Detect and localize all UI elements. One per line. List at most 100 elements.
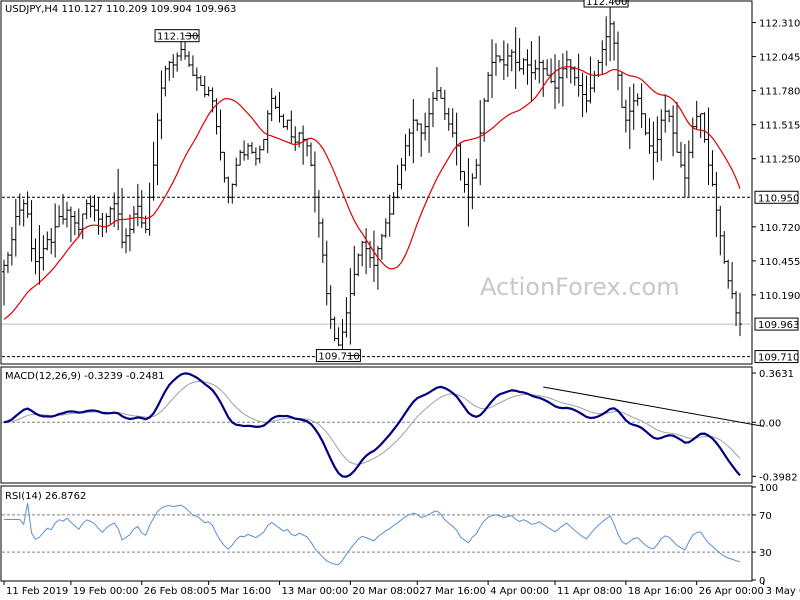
price-tick-label: 111.250 bbox=[759, 155, 800, 166]
level-tag-high: 110.950 bbox=[754, 190, 799, 204]
current-price-tag: 109.963 bbox=[754, 317, 799, 331]
price-bar bbox=[139, 190, 144, 229]
price-bar bbox=[324, 240, 329, 306]
price-bar bbox=[667, 109, 672, 123]
level-tag-low: 109.710 bbox=[754, 350, 799, 364]
price-bar bbox=[163, 65, 168, 97]
x-tick-label: 4 Apr 00:00 bbox=[490, 586, 549, 597]
price-bar bbox=[537, 35, 542, 84]
price-bar bbox=[678, 141, 683, 168]
price-bar bbox=[238, 149, 243, 166]
price-bar bbox=[21, 199, 26, 227]
price-bar bbox=[80, 213, 85, 240]
price-bar bbox=[478, 100, 483, 186]
price-bar bbox=[675, 101, 680, 153]
price-bar bbox=[694, 100, 699, 130]
price-bar bbox=[261, 138, 266, 151]
price-bar bbox=[517, 37, 522, 72]
price-bar bbox=[167, 60, 172, 81]
price-bar bbox=[33, 238, 38, 275]
price-bar bbox=[29, 200, 34, 262]
price-bar bbox=[391, 192, 396, 215]
price-bar bbox=[407, 128, 412, 157]
price-bar bbox=[651, 121, 656, 180]
price-bar bbox=[281, 114, 286, 128]
price-bar bbox=[395, 164, 400, 199]
price-bar bbox=[41, 235, 46, 271]
price-bar bbox=[222, 151, 227, 183]
price-bar bbox=[352, 245, 357, 297]
price-bar bbox=[604, 16, 609, 66]
price-bar bbox=[206, 86, 211, 97]
price-bar bbox=[541, 59, 546, 97]
price-bar bbox=[710, 150, 715, 187]
price-bar bbox=[13, 198, 18, 257]
price-bar bbox=[316, 190, 321, 238]
price-bar bbox=[344, 297, 349, 338]
price-bar bbox=[718, 205, 723, 256]
price-bar bbox=[533, 59, 538, 80]
price-bar bbox=[336, 327, 341, 347]
price-bar bbox=[5, 252, 10, 273]
price-bar bbox=[297, 131, 302, 148]
price-bar bbox=[446, 107, 451, 131]
price-bar bbox=[269, 88, 274, 122]
price-bar bbox=[576, 53, 581, 97]
macd-lines bbox=[2, 372, 764, 478]
price-bar bbox=[584, 75, 589, 113]
price-bar bbox=[37, 225, 42, 285]
price-bar bbox=[202, 76, 207, 98]
price-bar bbox=[53, 203, 58, 258]
price-bar bbox=[509, 49, 514, 72]
price-bars bbox=[2, 5, 742, 354]
price-bar bbox=[332, 316, 337, 342]
price-bar bbox=[328, 285, 333, 329]
price-bar bbox=[493, 43, 498, 76]
price-bar bbox=[442, 89, 447, 121]
x-tick-label: 5 Mar 16:00 bbox=[211, 586, 271, 597]
price-bar bbox=[505, 43, 510, 77]
price-bar bbox=[671, 105, 676, 157]
x-tick-label: 18 Apr 16:00 bbox=[628, 586, 693, 597]
rsi-tick-label: 70 bbox=[759, 511, 772, 522]
price-bar bbox=[643, 113, 648, 136]
price-bar bbox=[348, 268, 353, 345]
price-bar bbox=[663, 94, 668, 133]
price-bar bbox=[525, 49, 530, 85]
price-bar bbox=[682, 143, 687, 198]
price-bar bbox=[521, 58, 526, 75]
price-bar bbox=[57, 205, 62, 228]
level-tag-low-label: 109.710 bbox=[758, 353, 799, 364]
x-tick-label: 27 Mar 16:00 bbox=[419, 586, 486, 597]
rsi-header: RSI(14) 26.8762 bbox=[5, 491, 86, 502]
price-bar bbox=[434, 66, 439, 102]
price-bar bbox=[68, 206, 73, 243]
price-bar bbox=[655, 116, 660, 163]
price-bar bbox=[462, 171, 467, 193]
callout-label: 112.130 bbox=[157, 32, 198, 43]
price-bar bbox=[175, 52, 180, 72]
rsi-panel-frame bbox=[0, 485, 753, 582]
macd-main-line bbox=[3, 372, 741, 478]
price-bar bbox=[64, 201, 69, 228]
price-bar bbox=[722, 231, 727, 264]
price-bar bbox=[218, 109, 223, 161]
x-tick-label: 11 Apr 08:00 bbox=[557, 586, 622, 597]
price-bar bbox=[265, 110, 270, 154]
price-bar bbox=[470, 173, 475, 210]
price-bar bbox=[131, 205, 136, 234]
price-bar bbox=[88, 195, 93, 218]
price-bar bbox=[592, 70, 597, 93]
price-bar bbox=[383, 218, 388, 238]
price-callouts: 112.130 112.400 109.710 bbox=[154, 0, 629, 363]
x-tick-label: 20 Mar 08:00 bbox=[352, 586, 419, 597]
price-bar bbox=[234, 157, 239, 187]
price-bar bbox=[623, 99, 628, 133]
price-bar bbox=[635, 93, 640, 106]
macd-panel-frame bbox=[0, 366, 753, 484]
price-bar bbox=[486, 71, 491, 103]
price-bar bbox=[631, 83, 636, 130]
price-bar bbox=[25, 191, 30, 218]
price-bar bbox=[61, 194, 66, 225]
rsi-tick-label: 100 bbox=[759, 483, 778, 494]
